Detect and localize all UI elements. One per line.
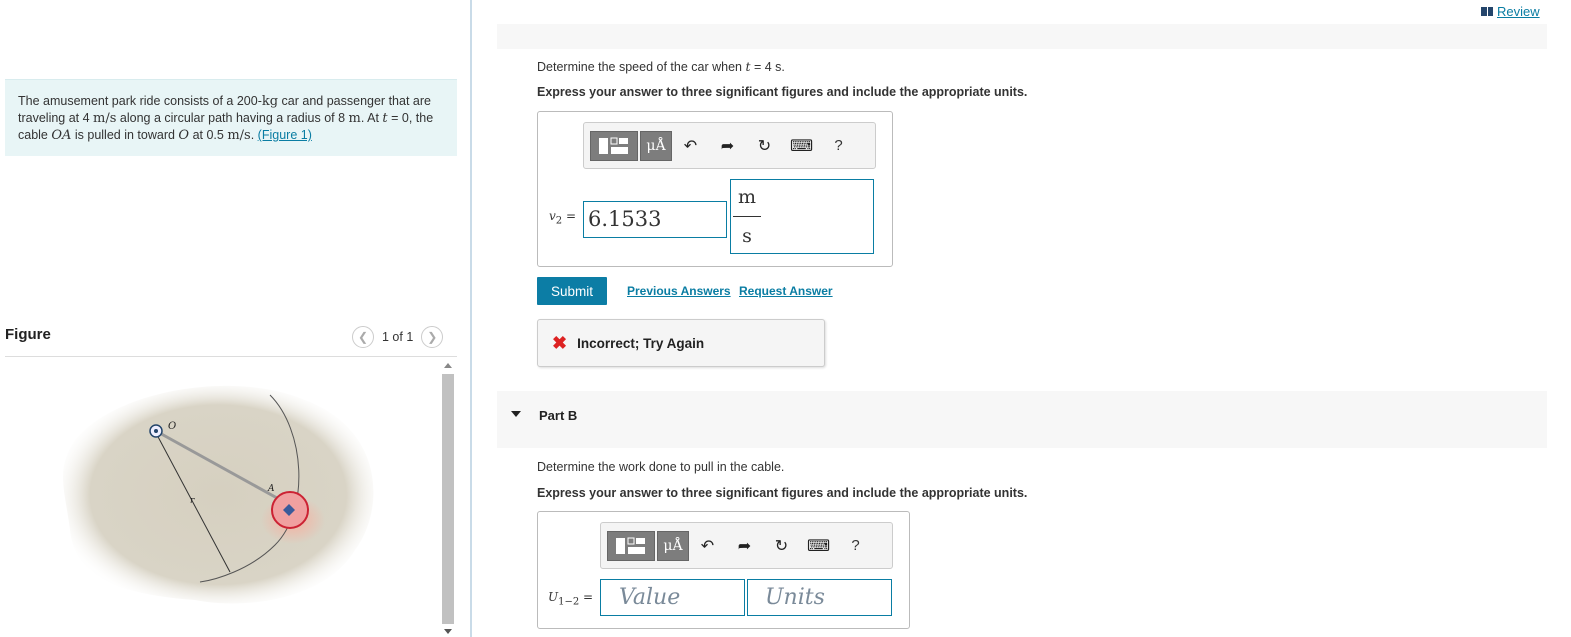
part-b-value-input[interactable]: Value bbox=[600, 579, 745, 616]
figure-scrollbar[interactable] bbox=[441, 360, 455, 637]
redo-button[interactable]: ➦ bbox=[726, 531, 763, 561]
figure-pager: ❮ 1 of 1 ❯ bbox=[352, 326, 444, 348]
keyboard-button[interactable]: ⌨ bbox=[800, 531, 837, 561]
feedback-text: Incorrect; Try Again bbox=[577, 335, 705, 351]
problem-text: at 0.5 bbox=[189, 128, 228, 142]
part-a-prompt: Determine the speed of the car when t = … bbox=[537, 59, 785, 74]
keyboard-icon: ⌨ bbox=[789, 137, 814, 155]
help-button[interactable]: ? bbox=[837, 531, 874, 561]
left-pane: The amusement park ride consists of a 20… bbox=[0, 0, 470, 637]
unit-kg: kg bbox=[261, 94, 279, 109]
undo-button[interactable]: ↶ bbox=[689, 531, 726, 561]
scroll-up-icon[interactable] bbox=[444, 363, 452, 368]
redo-button[interactable]: ➦ bbox=[709, 131, 746, 161]
keyboard-icon: ⌨ bbox=[806, 537, 831, 555]
previous-answers-link[interactable]: Previous Answers bbox=[627, 284, 731, 298]
problem-text: . At bbox=[360, 111, 383, 125]
book-icon bbox=[1481, 7, 1493, 16]
redo-icon: ➦ bbox=[720, 137, 735, 155]
var-o: O bbox=[178, 128, 190, 143]
unit-ms: m/s bbox=[227, 128, 251, 143]
templates-icon bbox=[616, 537, 645, 554]
problem-text: The amusement park ride consists of a 20… bbox=[18, 94, 262, 108]
ride-diagram: O A r bbox=[63, 385, 374, 604]
reset-icon: ↻ bbox=[757, 137, 772, 155]
reset-button[interactable]: ↻ bbox=[746, 131, 783, 161]
label-o: O bbox=[168, 421, 176, 432]
part-a-header-band bbox=[497, 24, 1547, 49]
figure-divider bbox=[5, 356, 457, 357]
figure-pager-label: 1 of 1 bbox=[382, 330, 414, 344]
pane-divider[interactable] bbox=[470, 0, 472, 637]
next-figure-button[interactable]: ❯ bbox=[421, 326, 444, 348]
scroll-thumb[interactable] bbox=[442, 374, 454, 624]
feedback-message: ✖ Incorrect; Try Again bbox=[537, 319, 825, 367]
templates-button[interactable] bbox=[607, 530, 655, 561]
templates-button[interactable] bbox=[590, 130, 638, 161]
pivot-center bbox=[154, 429, 158, 433]
var-oa: OA bbox=[51, 128, 72, 143]
unit-ms: m/s bbox=[93, 111, 117, 126]
part-a-variable-label: v2 = bbox=[549, 209, 577, 227]
part-a-instruction: Express your answer to three significant… bbox=[537, 85, 1028, 99]
symbols-button[interactable]: μÅ bbox=[657, 530, 689, 561]
templates-icon bbox=[599, 137, 628, 154]
reset-button[interactable]: ↻ bbox=[763, 531, 800, 561]
undo-icon: ↶ bbox=[700, 537, 715, 555]
figure-link[interactable]: (Figure 1) bbox=[258, 128, 312, 142]
problem-text: . bbox=[250, 128, 258, 142]
label-a: A bbox=[267, 484, 275, 494]
review-label: Review bbox=[1497, 4, 1540, 19]
prev-figure-button[interactable]: ❮ bbox=[352, 326, 374, 348]
undo-icon: ↶ bbox=[683, 137, 698, 155]
part-a-value-input[interactable]: 6.1533 bbox=[583, 201, 727, 238]
part-b-instruction: Express your answer to three significant… bbox=[537, 486, 1028, 500]
chevron-left-icon: ❮ bbox=[357, 330, 369, 344]
unit-numerator: m bbox=[737, 186, 757, 208]
part-a-units-input[interactable]: m s bbox=[730, 179, 874, 254]
incorrect-icon: ✖ bbox=[552, 332, 568, 353]
unit-denominator: s bbox=[742, 225, 752, 247]
keyboard-button[interactable]: ⌨ bbox=[783, 131, 820, 161]
submit-button[interactable]: Submit bbox=[537, 277, 607, 305]
part-b-units-input[interactable]: Units bbox=[747, 579, 892, 616]
part-b-label[interactable]: Part B bbox=[539, 408, 577, 423]
problem-text: along a circular path having a radius of… bbox=[116, 111, 349, 125]
help-button[interactable]: ? bbox=[820, 131, 857, 161]
collapse-arrow-icon[interactable] bbox=[511, 411, 521, 417]
scroll-down-icon[interactable] bbox=[444, 629, 452, 634]
fraction-bar bbox=[733, 216, 761, 217]
symbols-button[interactable]: μÅ bbox=[640, 130, 672, 161]
chevron-right-icon: ❯ bbox=[427, 330, 438, 344]
label-r: r bbox=[190, 496, 195, 506]
figure-image: O A r bbox=[5, 360, 438, 637]
part-b-header[interactable] bbox=[497, 391, 1547, 448]
redo-icon: ➦ bbox=[737, 537, 752, 555]
undo-button[interactable]: ↶ bbox=[672, 131, 709, 161]
app-root: The amusement park ride consists of a 20… bbox=[0, 0, 1571, 637]
problem-text: is pulled in toward bbox=[71, 128, 179, 142]
ground-shadow bbox=[63, 385, 374, 604]
review-link[interactable]: Review bbox=[1481, 4, 1540, 19]
reset-icon: ↻ bbox=[774, 537, 789, 555]
part-b-prompt: Determine the work done to pull in the c… bbox=[537, 460, 785, 474]
request-answer-link[interactable]: Request Answer bbox=[739, 284, 833, 298]
figure-title: Figure bbox=[5, 326, 51, 343]
part-b-toolbar: μÅ ↶ ➦ ↻ ⌨ ? bbox=[600, 522, 893, 569]
problem-statement: The amusement park ride consists of a 20… bbox=[5, 79, 457, 156]
part-a-toolbar: μÅ ↶ ➦ ↻ ⌨ ? bbox=[583, 122, 876, 169]
part-b-variable-label: U1−2 = bbox=[548, 590, 594, 608]
unit-m: m bbox=[348, 111, 361, 126]
